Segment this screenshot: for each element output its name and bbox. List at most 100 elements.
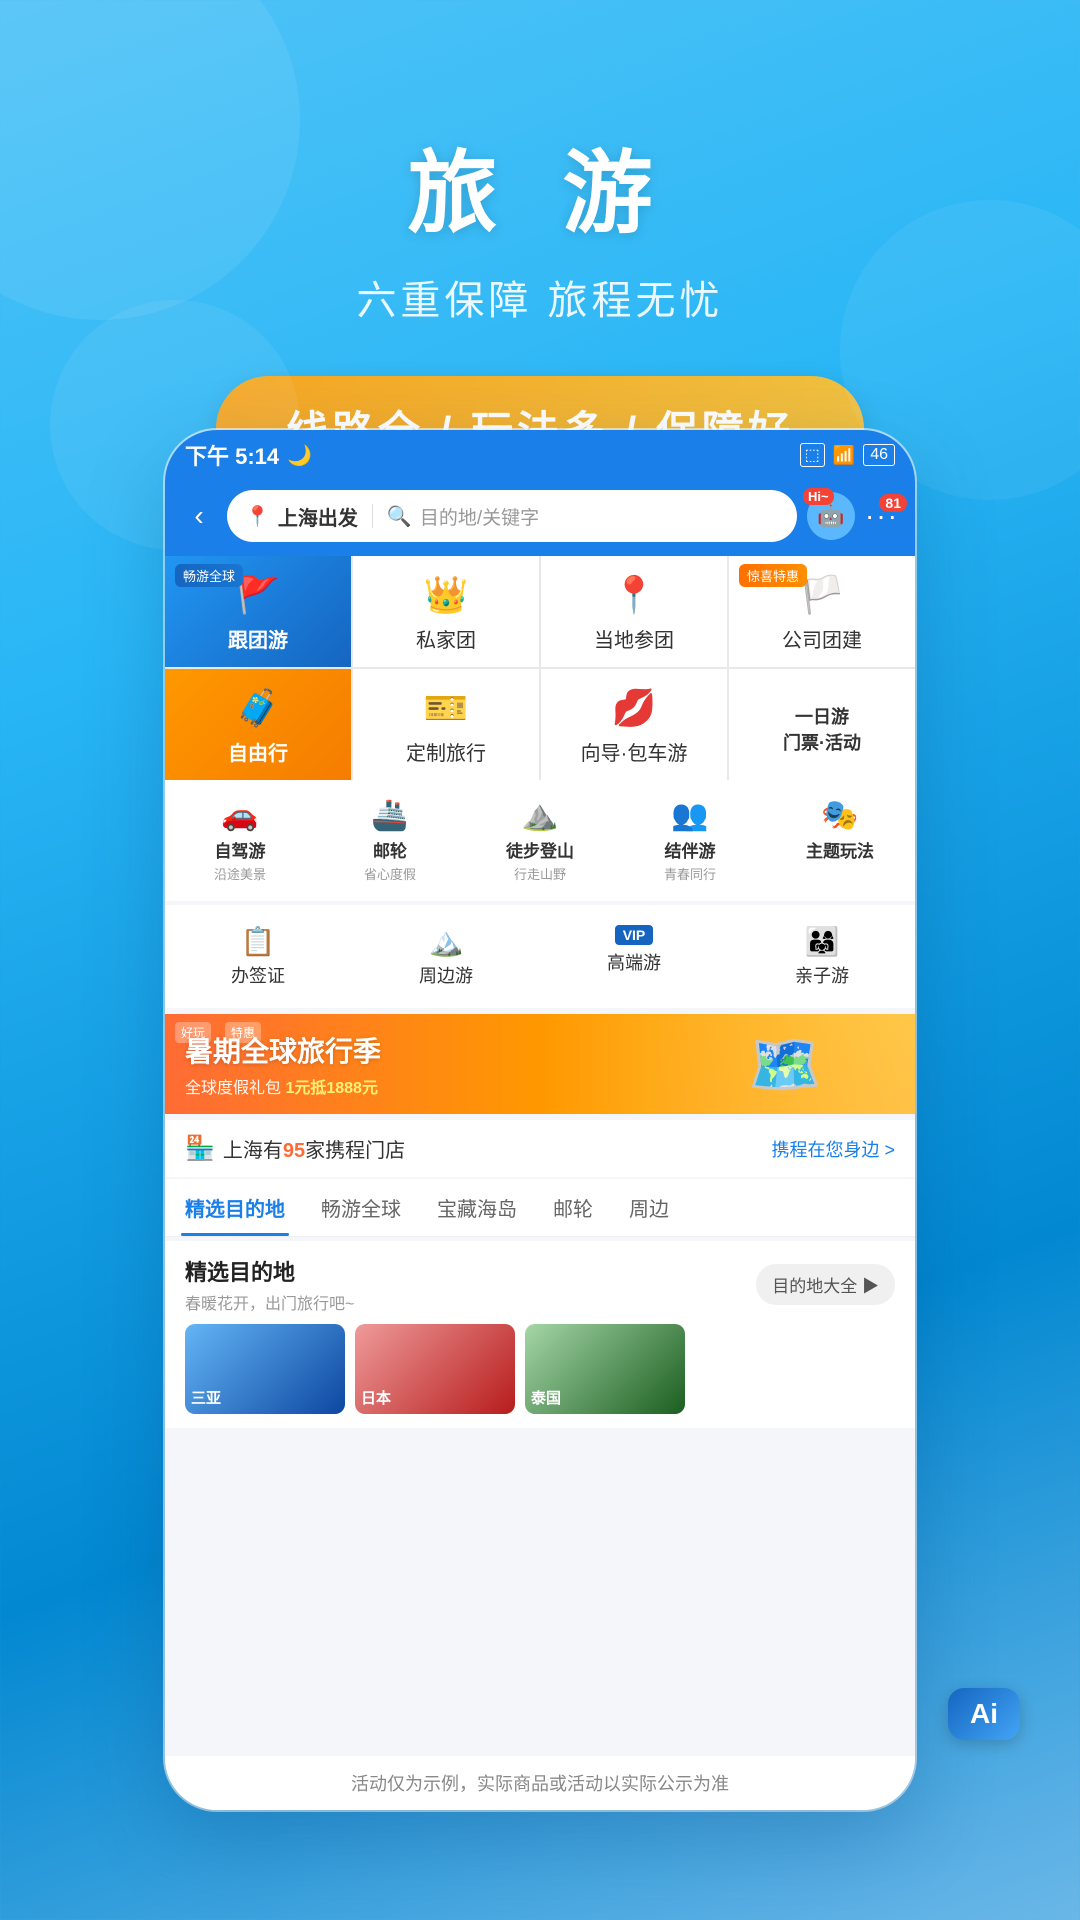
custom-travel-label: 定制旅行: [406, 737, 486, 766]
service-row: 📋 办签证 🏔️ 周边游 VIP 高端游 👨‍👩‍👧 亲子游: [165, 905, 915, 1008]
service-item-nearby[interactable]: 🏔️ 周边游: [353, 915, 539, 998]
theme-label: 主题玩法: [806, 837, 874, 862]
local-tour-icon: 📍: [612, 574, 657, 616]
sub-item-theme[interactable]: 🎭 主题玩法: [765, 790, 915, 891]
sub-item-driving[interactable]: 🚗 自驾游 沿途美景: [165, 790, 315, 891]
sub-item-hiking[interactable]: ⛰️ 徒步登山 行走山野: [465, 790, 615, 891]
family-label: 亲子游: [795, 962, 849, 988]
theme-icon: 🎭: [821, 798, 858, 833]
companion-desc: 青春同行: [664, 864, 716, 883]
promo-sub: 全球度假礼包 1元抵1888元: [185, 1074, 381, 1098]
menu-item-group-tour[interactable]: 畅游全球 🚩 跟团游: [165, 556, 351, 667]
store-text: 上海有95家携程门店: [223, 1134, 405, 1163]
tab-nearby[interactable]: 周边: [625, 1179, 673, 1236]
menu-grid: 畅游全球 🚩 跟团游 👑 私家团 📍 当地参团 惊喜特惠 🏳️ 公司团建: [165, 556, 915, 780]
search-placeholder: 目的地/关键字: [420, 503, 539, 530]
location-icon: 📍: [245, 504, 270, 529]
cruise-icon: 🚢: [371, 798, 408, 833]
back-button[interactable]: ‹: [181, 500, 217, 532]
visa-label: 办签证: [231, 962, 285, 988]
disclaimer: 活动仅为示例，实际商品或活动以实际公示为准: [165, 1756, 915, 1810]
group-tour-badge: 畅游全球: [175, 564, 243, 587]
guide-car-label: 向导·包车游: [581, 737, 688, 766]
luxury-label: 高端游: [607, 949, 661, 975]
menu-item-guide-car[interactable]: 💋 向导·包车游: [541, 669, 727, 780]
menu-item-company-tour[interactable]: 惊喜特惠 🏳️ 公司团建: [729, 556, 915, 667]
promo-banner[interactable]: 暑期全球旅行季 全球度假礼包 1元抵1888元 🗺️ 好玩 特惠: [165, 1014, 915, 1114]
driving-desc: 沿途美景: [214, 864, 266, 883]
dest-card-sanya-name: 三亚: [191, 1387, 221, 1408]
app-content: 畅游全球 🚩 跟团游 👑 私家团 📍 当地参团 惊喜特惠 🏳️ 公司团建: [165, 556, 915, 1810]
destination-section: 精选目的地 春暖花开，出门旅行吧~ 目的地大全 ▶ 三亚 日本 泰国: [165, 1241, 915, 1428]
hi-badge: Hi~: [803, 488, 834, 505]
phone-mockup: 下午 5:14 🌙 ⬚ 📶 46 ‹ 📍 上海出发 🔍 目的地/关键字 🤖: [165, 430, 915, 1810]
private-tour-label: 私家团: [416, 624, 476, 653]
sub-item-companion[interactable]: 👥 结伴游 青春同行: [615, 790, 765, 891]
cruise-label: 邮轮: [373, 837, 407, 862]
company-badge: 惊喜特惠: [739, 564, 807, 587]
nearby-label: 周边游: [419, 962, 473, 988]
free-travel-label: 自由行: [228, 737, 288, 766]
promo-highlight: 1元抵1888元: [285, 1080, 378, 1097]
phone-frame: 下午 5:14 🌙 ⬚ 📶 46 ‹ 📍 上海出发 🔍 目的地/关键字 🤖: [165, 430, 915, 1810]
tab-featured[interactable]: 精选目的地: [181, 1179, 289, 1236]
free-travel-icon: 🧳: [236, 687, 281, 729]
ai-badge[interactable]: Ai: [948, 1688, 1020, 1740]
menu-item-day-tour[interactable]: 一日游门票·活动: [729, 669, 915, 780]
search-icon: 🔍: [387, 504, 412, 529]
dest-card-japan[interactable]: 日本: [355, 1324, 515, 1414]
menu-item-private-tour[interactable]: 👑 私家团: [353, 556, 539, 667]
group-tour-label: 跟团游: [228, 624, 288, 653]
store-prefix: 上海有: [223, 1140, 283, 1162]
store-info: 🏪 上海有95家携程门店 携程在您身边 >: [165, 1120, 915, 1177]
cruise-desc: 省心度假: [364, 864, 416, 883]
store-count: 95: [283, 1140, 305, 1162]
nearby-icon: 🏔️: [429, 925, 464, 958]
more-button[interactable]: ··· 81: [865, 500, 899, 532]
store-link[interactable]: 携程在您身边 >: [771, 1136, 895, 1162]
service-item-family[interactable]: 👨‍👩‍👧 亲子游: [729, 915, 915, 998]
nav-bar: ‹ 📍 上海出发 🔍 目的地/关键字 🤖 Hi~ ··· 81: [165, 480, 915, 556]
visa-icon: 📋: [241, 925, 276, 958]
companion-icon: 👥: [671, 798, 708, 833]
status-icons: ⬚ 📶 46: [800, 443, 895, 467]
local-tour-label: 当地参团: [594, 624, 674, 653]
company-label: 公司团建: [782, 624, 862, 653]
dest-title: 精选目的地: [185, 1255, 354, 1287]
dest-cards: 三亚 日本 泰国: [185, 1324, 895, 1414]
search-bar[interactable]: 📍 上海出发 🔍 目的地/关键字: [227, 490, 797, 542]
tab-cruise[interactable]: 邮轮: [549, 1179, 597, 1236]
service-item-visa[interactable]: 📋 办签证: [165, 915, 351, 998]
user-avatar[interactable]: 🤖 Hi~: [807, 492, 855, 540]
service-item-luxury[interactable]: VIP 高端游: [541, 915, 727, 998]
sub-menu: 🚗 自驾游 沿途美景 🚢 邮轮 省心度假 ⛰️ 徒步登山 行走山野 👥 结伴游: [165, 780, 915, 901]
vip-badge: VIP: [615, 925, 654, 945]
wifi-icon: 📶: [833, 445, 855, 466]
menu-item-local-tour[interactable]: 📍 当地参团: [541, 556, 727, 667]
dest-card-thailand[interactable]: 泰国: [525, 1324, 685, 1414]
menu-item-custom-travel[interactable]: 🎫 定制旅行: [353, 669, 539, 780]
companion-label: 结伴游: [665, 837, 716, 862]
status-bar: 下午 5:14 🌙 ⬚ 📶 46: [165, 430, 915, 480]
store-icon: 🏪: [185, 1134, 215, 1163]
dest-header: 精选目的地 春暖花开，出门旅行吧~ 目的地大全 ▶: [185, 1255, 895, 1314]
hiking-desc: 行走山野: [514, 864, 566, 883]
promo-sub-text: 全球度假礼包: [185, 1080, 285, 1097]
content-tabs: 精选目的地 畅游全球 宝藏海岛 邮轮 周边: [165, 1179, 915, 1237]
menu-item-free-travel[interactable]: 🧳 自由行: [165, 669, 351, 780]
hiking-label: 徒步登山: [506, 837, 574, 862]
tab-world[interactable]: 畅游全球: [317, 1179, 405, 1236]
custom-travel-icon: 🎫: [424, 687, 469, 729]
guide-car-icon: 💋: [612, 687, 657, 729]
store-suffix: 家携程门店: [305, 1140, 405, 1162]
tab-island[interactable]: 宝藏海岛: [433, 1179, 521, 1236]
dest-card-thailand-name: 泰国: [531, 1387, 561, 1408]
dest-subtitle: 春暖花开，出门旅行吧~: [185, 1290, 354, 1314]
search-origin: 上海出发: [278, 502, 358, 531]
dest-all-button[interactable]: 目的地大全 ▶: [756, 1264, 895, 1305]
promo-title: 暑期全球旅行季: [185, 1030, 381, 1070]
search-divider: [372, 504, 373, 528]
sub-item-cruise[interactable]: 🚢 邮轮 省心度假: [315, 790, 465, 891]
hiking-icon: ⛰️: [521, 798, 558, 833]
dest-card-sanya[interactable]: 三亚: [185, 1324, 345, 1414]
